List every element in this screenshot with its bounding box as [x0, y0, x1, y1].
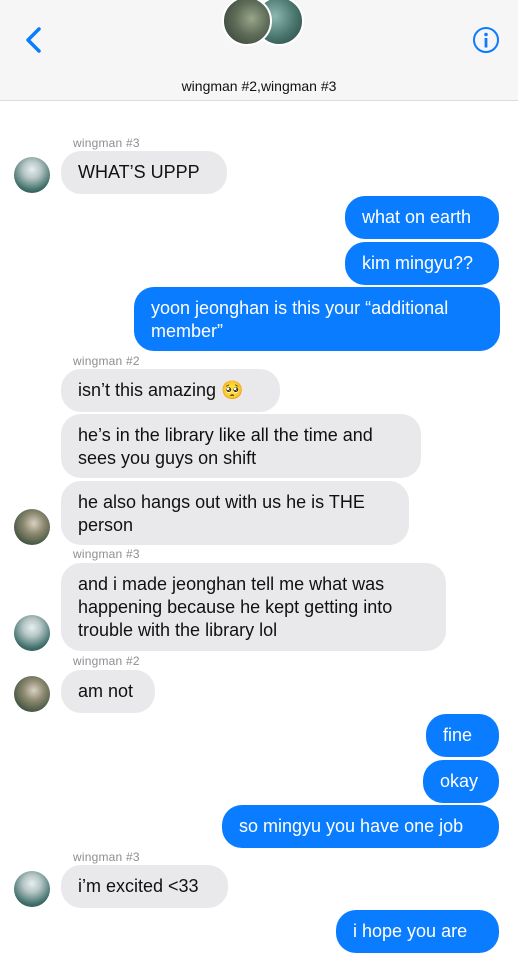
message-bubble-incoming[interactable]: and i made jeonghan tell me what was hap… — [61, 563, 446, 651]
message-bubble-outgoing[interactable]: yoon jeonghan is this your “additional m… — [134, 287, 500, 351]
conversation-header: wingman #2,wingman #3 — [0, 0, 518, 101]
chevron-left-icon[interactable] — [20, 24, 50, 56]
avatar[interactable] — [14, 509, 50, 545]
message-bubble-incoming[interactable]: am not — [61, 670, 155, 713]
message-bubble-outgoing[interactable]: i hope you are — [336, 910, 499, 953]
message-bubble-outgoing[interactable]: so mingyu you have one job — [222, 805, 499, 848]
sender-label: wingman #3 — [73, 547, 140, 561]
avatar[interactable] — [14, 676, 50, 712]
message-bubble-incoming[interactable]: he also hangs out with us he is THE pers… — [61, 481, 409, 545]
message-bubble-incoming[interactable]: he’s in the library like all the time an… — [61, 414, 421, 478]
sender-label: wingman #3 — [73, 136, 140, 150]
sender-label: wingman #2 — [73, 354, 140, 368]
conversation-title[interactable]: wingman #2,wingman #3 — [0, 78, 518, 94]
avatar[interactable] — [14, 157, 50, 193]
info-icon[interactable] — [472, 26, 500, 54]
avatar[interactable] — [14, 615, 50, 651]
sender-label: wingman #3 — [73, 850, 140, 864]
message-bubble-outgoing[interactable]: what on earth — [345, 196, 499, 239]
avatar[interactable] — [14, 871, 50, 907]
message-bubble-incoming[interactable]: i’m excited <33 — [61, 865, 228, 908]
message-bubble-incoming[interactable]: WHAT’S UPPP — [61, 151, 227, 194]
sender-label: wingman #2 — [73, 654, 140, 668]
message-bubble-outgoing[interactable]: fine — [426, 714, 499, 757]
message-bubble-outgoing[interactable]: kim mingyu?? — [345, 242, 499, 285]
message-bubble-incoming[interactable]: isn’t this amazing 🥺 — [61, 369, 280, 412]
message-bubble-outgoing[interactable]: okay — [423, 760, 499, 803]
